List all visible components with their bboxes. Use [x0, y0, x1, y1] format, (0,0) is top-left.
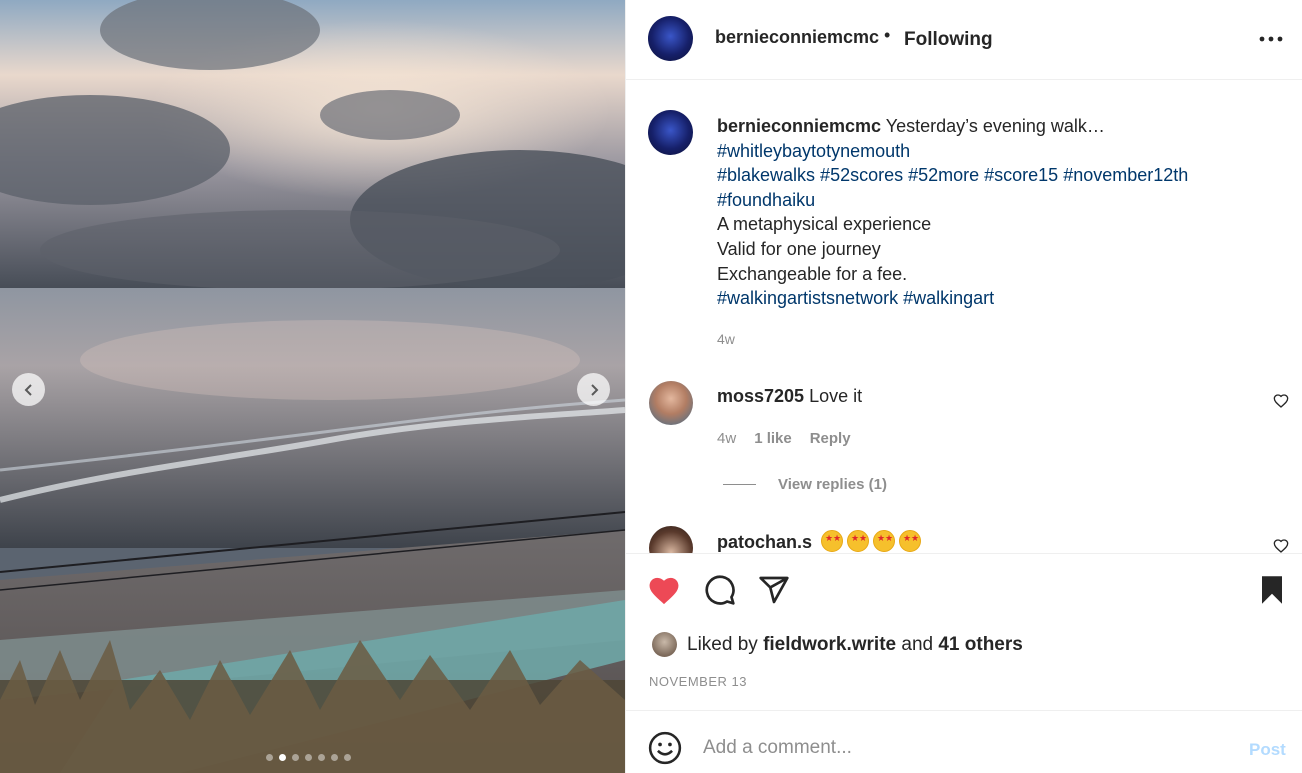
carousel-prev-button[interactable] — [12, 373, 45, 406]
carousel-dot — [331, 754, 338, 761]
comment-username[interactable]: moss7205 — [717, 386, 804, 406]
chevron-left-icon — [24, 383, 32, 396]
comment-text: Love it — [809, 386, 863, 406]
comment-likes-link[interactable]: 1 like — [754, 430, 792, 447]
more-horizontal-icon — [1259, 36, 1283, 42]
avatar[interactable] — [649, 526, 693, 553]
comment: moss7205 Love it — [717, 386, 862, 407]
carousel-dot — [292, 754, 299, 761]
avatar[interactable] — [648, 16, 693, 61]
star-struck-emoji — [899, 530, 922, 552]
post-actions: Liked by fieldwork.write and 41 others N… — [626, 553, 1302, 710]
comments-list[interactable]: bernieconniemcmc Yesterday’s evening wal… — [626, 80, 1302, 553]
seascape-image — [0, 0, 625, 773]
hashtag-line[interactable]: #blakewalks #52scores #52more #score15 #… — [717, 163, 1277, 188]
more-options-button[interactable] — [1256, 24, 1286, 54]
like-button[interactable] — [646, 572, 682, 608]
caption-line: Exchangeable for a fee. — [717, 263, 908, 284]
view-replies-label: View replies (1) — [778, 476, 887, 493]
post-comment-button[interactable]: Post — [1249, 740, 1286, 760]
hashtag-line[interactable]: #walkingartistsnetwork #walkingart — [717, 286, 1277, 311]
star-struck-emoji — [847, 530, 870, 552]
avatar[interactable] — [649, 381, 693, 425]
view-replies-button[interactable]: View replies (1) — [723, 476, 887, 493]
avatar[interactable] — [652, 632, 677, 657]
caption-line: Yesterday’s evening walk… — [885, 116, 1105, 136]
divider-line — [723, 484, 756, 485]
like-comment-heart-icon[interactable] — [1273, 393, 1289, 409]
hashtag-line[interactable]: #whitleybaytotynemouth — [717, 139, 1277, 164]
carousel-indicator — [266, 754, 351, 761]
comment-username[interactable]: patochan.s — [717, 532, 812, 552]
hashtag-line[interactable]: #foundhaiku — [717, 188, 1277, 213]
post-date: NOVEMBER 13 — [649, 674, 747, 689]
reply-button[interactable]: Reply — [810, 430, 851, 447]
smile-icon[interactable] — [648, 731, 682, 765]
star-struck-emoji — [873, 530, 896, 552]
send-icon — [759, 576, 789, 604]
owner-username[interactable]: bernieconniemcmc — [715, 27, 879, 48]
heart-filled-icon — [649, 577, 679, 605]
bookmark-filled-icon — [1262, 576, 1282, 604]
comment-input[interactable] — [703, 733, 1223, 763]
caption-timestamp: 4w — [717, 331, 735, 347]
carousel-dot — [279, 754, 286, 761]
caption-username[interactable]: bernieconniemcmc — [717, 116, 881, 136]
comment: patochan.s — [717, 530, 922, 553]
add-comment-bar: Post — [626, 710, 1302, 773]
carousel-dot — [344, 754, 351, 761]
liked-by-others[interactable]: 41 others — [938, 634, 1022, 656]
star-struck-emoji — [821, 530, 844, 552]
caption-line: Valid for one journey — [717, 238, 881, 259]
post-caption: bernieconniemcmc Yesterday’s evening wal… — [717, 114, 1277, 311]
comment-meta: 4w 1 like Reply — [717, 430, 851, 447]
separator-dot: • — [884, 25, 891, 45]
like-comment-heart-icon[interactable] — [1273, 538, 1289, 553]
comment-timestamp: 4w — [717, 430, 737, 447]
caption-line: A metaphysical experience — [717, 214, 932, 235]
carousel-dot — [305, 754, 312, 761]
post-header: bernieconniemcmc • Following — [626, 0, 1302, 80]
comment-button[interactable] — [702, 572, 738, 608]
carousel-dot — [266, 754, 273, 761]
likes-summary: Liked by fieldwork.write and 41 others — [652, 632, 1023, 657]
liked-by-conj: and — [901, 633, 934, 655]
share-button[interactable] — [756, 572, 792, 608]
carousel-next-button[interactable] — [577, 373, 610, 406]
following-button[interactable]: Following — [904, 29, 993, 51]
chevron-right-icon — [590, 383, 598, 396]
save-button[interactable] — [1254, 572, 1290, 608]
post-side-panel: bernieconniemcmc • Following bernieconni… — [625, 0, 1302, 773]
liked-by-prefix: Liked by — [687, 633, 758, 655]
comment-icon — [705, 575, 735, 605]
liked-by-user[interactable]: fieldwork.write — [763, 634, 896, 656]
post-photo[interactable] — [0, 0, 625, 773]
avatar[interactable] — [648, 110, 693, 155]
carousel-dot — [318, 754, 325, 761]
